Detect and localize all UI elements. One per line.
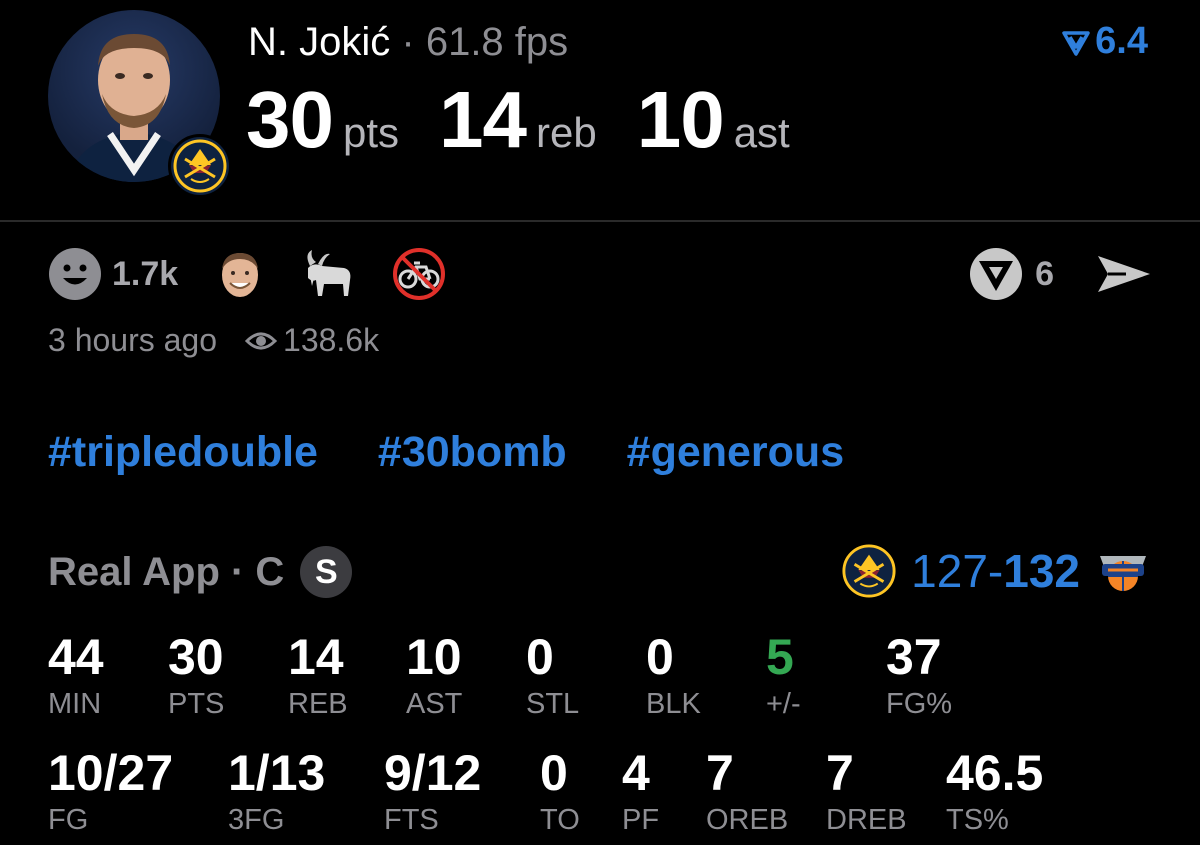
share-button[interactable] (1096, 252, 1152, 296)
post-time: 3 hours ago (48, 322, 218, 358)
player-header: N. Jokić · 61.8 fps (248, 20, 568, 65)
headline-stats: 30 pts 14 reb 10 ast (246, 74, 830, 166)
stat-pts-value: 30 (168, 629, 224, 685)
stat-ast-value: 10 (406, 629, 462, 685)
stat-blk: 0 BLK (646, 632, 701, 719)
stat-ts-pct: 46.5 TS% (946, 748, 1043, 835)
stat-dreb-value: 7 (826, 745, 854, 801)
post-actions: 6 (969, 248, 1152, 300)
rating-badge[interactable]: 6.4 (1061, 20, 1148, 63)
game-score[interactable]: 127-132 (841, 543, 1152, 599)
stat-fg: 10/27 FG (48, 748, 173, 835)
vote-triangle-icon (1062, 30, 1090, 56)
nuggets-score-logo-icon (841, 543, 897, 599)
stat-fg-pct-label: FG% (886, 688, 953, 720)
stat-dreb-label: DREB (826, 804, 907, 836)
stat-stl: 0 STL (526, 632, 579, 719)
stat-fts-value: 9/12 (384, 745, 482, 801)
stat-blk-value: 0 (646, 629, 674, 685)
stat-pts-label: PTS (168, 688, 225, 720)
home-score: 127 (911, 545, 988, 597)
stat-ast: 10 AST (406, 632, 462, 719)
smile-reaction-count: 1.7k (112, 254, 179, 293)
smile-reaction-icon[interactable] (48, 247, 102, 301)
stat-min-value: 44 (48, 629, 104, 685)
player-face-reaction-icon[interactable] (218, 249, 262, 299)
eye-icon (245, 332, 278, 349)
score-dash: - (987, 545, 1004, 597)
stat-oreb-value: 7 (706, 745, 734, 801)
stat-blk-label: BLK (646, 688, 701, 720)
stat-to-value: 0 (540, 745, 568, 801)
stat-stl-value: 0 (526, 629, 554, 685)
stat-3fg-label: 3FG (228, 804, 285, 836)
hashtag-generous[interactable]: #generous (627, 428, 844, 476)
stat-fg-pct: 37 FG% (886, 632, 952, 719)
header-divider (0, 220, 1200, 222)
stat-plus-minus-value: 5 (766, 629, 794, 685)
stat-reb: 14 REB (288, 632, 348, 719)
stat-min: 44 MIN (48, 632, 104, 719)
headline-points-unit: pts (342, 109, 400, 156)
stat-ts-pct-value: 46.5 (946, 745, 1044, 801)
view-count: 138.6k (283, 322, 380, 358)
source-label: Real App · C (48, 549, 285, 594)
stat-fg-pct-value: 37 (886, 629, 942, 685)
stat-reb-label: REB (288, 688, 348, 720)
stat-fg-label: FG (48, 804, 89, 836)
headline-rebounds-unit: reb (536, 109, 597, 156)
stat-3fg-value: 1/13 (228, 745, 326, 801)
player-name[interactable]: N. Jokić (248, 20, 390, 64)
stat-ts-pct-label: TS% (946, 804, 1009, 836)
source-line: Real App · C S (48, 546, 353, 598)
stat-plus-minus: 5 +/- (766, 632, 801, 719)
stat-fts: 9/12 FTS (384, 748, 481, 835)
stat-pts: 30 PTS (168, 632, 224, 719)
hashtag-tripledouble[interactable]: #tripledouble (48, 428, 318, 476)
separator-dot: · (401, 20, 415, 64)
vote-count: 6 (1035, 254, 1054, 293)
stat-fg-value: 10/27 (48, 745, 174, 801)
stat-min-label: MIN (48, 688, 102, 720)
headline-rebounds-value: 14 (439, 75, 527, 164)
hashtag-30bomb[interactable]: #30bomb (378, 428, 567, 476)
knicks-logo-icon (1094, 546, 1152, 596)
stat-3fg: 1/13 3FG (228, 748, 325, 835)
stat-ast-label: AST (406, 688, 463, 720)
rating-value: 6.4 (1095, 20, 1148, 62)
stat-to: 0 TO (540, 748, 580, 835)
stat-oreb-label: OREB (706, 804, 789, 836)
stat-pf: 4 PF (622, 748, 659, 835)
stat-reb-value: 14 (288, 629, 344, 685)
reactions-bar: 1.7k (48, 248, 484, 300)
stat-fts-label: FTS (384, 804, 439, 836)
stat-plus-minus-label: +/- (766, 688, 801, 720)
stat-pf-label: PF (622, 804, 660, 836)
stat-pf-value: 4 (622, 745, 650, 801)
vote-icon (970, 248, 1023, 300)
nuggets-logo-icon (168, 134, 232, 198)
away-score: 132 (1003, 545, 1080, 597)
headline-assists-value: 10 (636, 75, 725, 164)
headline-points-value: 30 (246, 75, 334, 164)
hashtag-list: #tripledouble #30bomb #generous (48, 428, 892, 477)
goat-reaction-icon[interactable] (300, 248, 354, 300)
stat-dreb: 7 DREB (826, 748, 907, 835)
s-badge: S (300, 546, 353, 598)
post-meta: 3 hours ago 138.6k (48, 322, 379, 359)
stat-oreb: 7 OREB (706, 748, 788, 835)
fantasy-points: 61.8 fps (425, 20, 569, 64)
stat-stl-label: STL (526, 688, 580, 720)
no-bike-reaction-icon[interactable] (392, 247, 446, 301)
share-arrow-icon (1098, 256, 1150, 292)
headline-assists-unit: ast (733, 109, 790, 156)
vote-button[interactable] (969, 247, 1023, 301)
stat-to-label: TO (540, 804, 580, 836)
view-counter: 138.6k (245, 322, 379, 359)
